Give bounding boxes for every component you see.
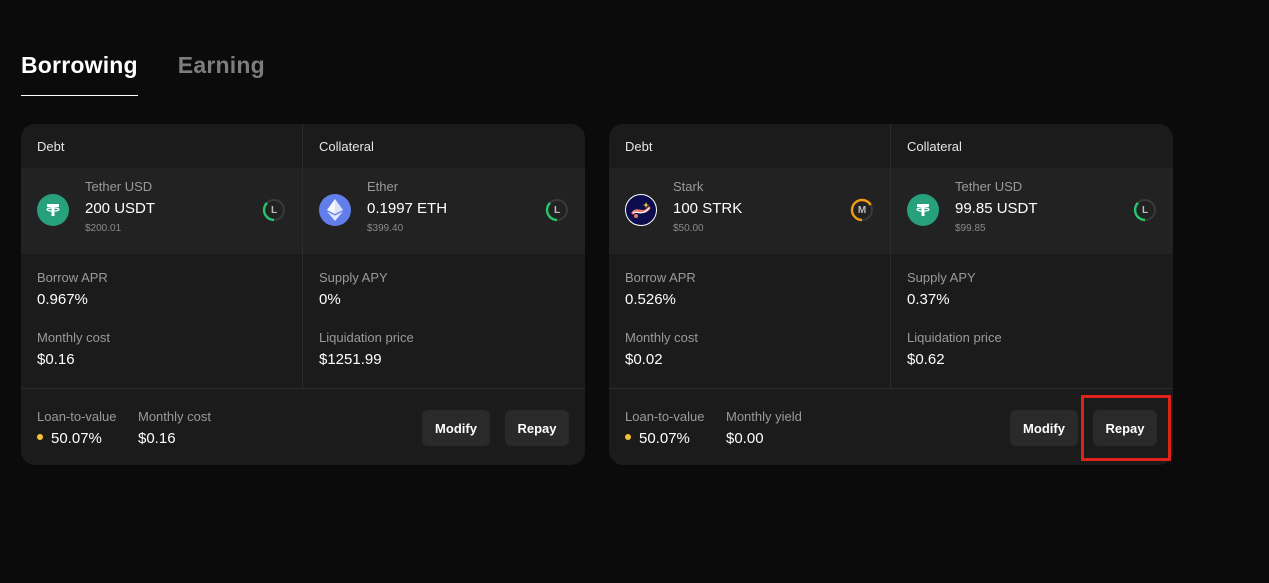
highlight-box xyxy=(1081,395,1171,461)
collateral-asset: Tether USD 99.85 USDT $99.85 L xyxy=(891,168,1173,254)
tether-icon xyxy=(907,194,939,226)
token-usd-value: $399.40 xyxy=(367,223,404,234)
debt-label: Debt xyxy=(625,139,653,154)
borrow-apr-value: 0.967% xyxy=(37,291,88,308)
supply-apy-label: Supply APY xyxy=(907,270,976,285)
token-name: Tether USD xyxy=(85,179,153,194)
tab-borrowing[interactable]: Borrowing xyxy=(21,52,138,96)
monthly-cost-label: Monthly cost xyxy=(625,330,698,345)
token-usd-value: $50.00 xyxy=(673,223,704,234)
debt-section: Debt Tether USD 200 USDT $200.01 L Borro… xyxy=(21,124,303,388)
liquidation-price-value: $1251.99 xyxy=(319,351,382,368)
token-amount: 99.85 USDT xyxy=(955,200,1038,217)
collateral-asset: Ether 0.1997 ETH $399.40 L xyxy=(303,168,585,254)
risk-gauge-icon: M xyxy=(850,198,874,222)
debt-label: Debt xyxy=(37,139,65,154)
modify-button[interactable]: Modify xyxy=(422,410,490,446)
risk-gauge-icon: L xyxy=(262,198,286,222)
position-footer: Loan-to-value 50.07% Monthly cost $0.16 … xyxy=(21,388,585,465)
ltv-label: Loan-to-value xyxy=(37,409,117,424)
monthly-value: $0.00 xyxy=(726,430,764,447)
stark-icon xyxy=(625,194,657,226)
liquidation-price-label: Liquidation price xyxy=(319,330,414,345)
collateral-label: Collateral xyxy=(319,139,374,154)
risk-gauge-icon: L xyxy=(1133,198,1157,222)
monthly-cost-value: $0.16 xyxy=(37,351,75,368)
borrow-apr-label: Borrow APR xyxy=(37,270,108,285)
token-name: Stark xyxy=(673,179,704,194)
risk-letter: L xyxy=(270,204,278,216)
liquidation-price-label: Liquidation price xyxy=(907,330,1002,345)
token-usd-value: $200.01 xyxy=(85,223,122,234)
monthly-cost-label: Monthly cost xyxy=(37,330,110,345)
collateral-label: Collateral xyxy=(907,139,962,154)
risk-gauge-icon: L xyxy=(545,198,569,222)
ltv-value: 50.07% xyxy=(625,430,690,447)
repay-button[interactable]: Repay xyxy=(505,410,569,446)
token-name: Tether USD xyxy=(955,179,1023,194)
supply-apy-value: 0% xyxy=(319,291,341,308)
monthly-label: Monthly cost xyxy=(138,409,211,424)
modify-button[interactable]: Modify xyxy=(1010,410,1078,446)
monthly-value: $0.16 xyxy=(138,430,176,447)
collateral-section: Collateral Ether 0.1997 ETH $399.40 L Su… xyxy=(303,124,585,388)
tether-icon xyxy=(37,194,69,226)
tab-bar: Borrowing Earning xyxy=(21,52,265,96)
liquidation-price-value: $0.62 xyxy=(907,351,945,368)
debt-section: Debt Stark 100 STRK $50.00 M Borrow APR … xyxy=(609,124,891,388)
monthly-cost-value: $0.02 xyxy=(625,351,663,368)
risk-letter: M xyxy=(857,204,867,216)
risk-letter: L xyxy=(1141,204,1149,216)
supply-apy-label: Supply APY xyxy=(319,270,388,285)
collateral-section: Collateral Tether USD 99.85 USDT $99.85 … xyxy=(891,124,1173,388)
token-usd-value: $99.85 xyxy=(955,223,986,234)
ltv-label: Loan-to-value xyxy=(625,409,705,424)
position-card-1: Debt Tether USD 200 USDT $200.01 L Borro… xyxy=(21,124,585,465)
tab-earning[interactable]: Earning xyxy=(178,52,265,96)
risk-letter: L xyxy=(553,204,561,216)
token-amount: 100 STRK xyxy=(673,200,743,217)
debt-asset: Stark 100 STRK $50.00 M xyxy=(609,168,890,254)
ltv-dot-icon xyxy=(37,434,43,441)
ltv-dot-icon xyxy=(625,434,631,441)
token-amount: 0.1997 ETH xyxy=(367,200,448,217)
token-name: Ether xyxy=(367,179,399,194)
token-amount: 200 USDT xyxy=(85,200,156,217)
borrow-apr-value: 0.526% xyxy=(625,291,676,308)
monthly-label: Monthly yield xyxy=(726,409,802,424)
ether-icon xyxy=(319,194,351,226)
ltv-value: 50.07% xyxy=(37,430,102,447)
supply-apy-value: 0.37% xyxy=(907,291,950,308)
borrow-apr-label: Borrow APR xyxy=(625,270,696,285)
debt-asset: Tether USD 200 USDT $200.01 L xyxy=(21,168,302,254)
